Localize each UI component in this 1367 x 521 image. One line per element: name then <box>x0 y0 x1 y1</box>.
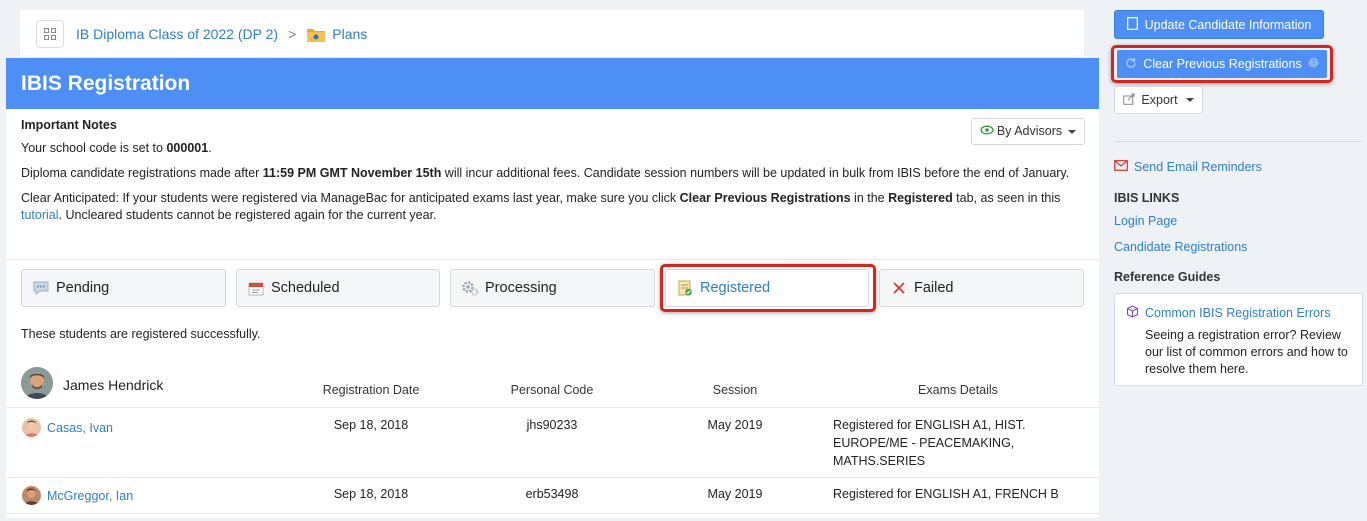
tab-scheduled-label: Scheduled <box>271 280 340 296</box>
clear-button-highlight <box>1111 45 1333 83</box>
header-session: Session <box>712 383 758 397</box>
personal-code: erb53498 <box>525 487 579 501</box>
avatar <box>22 486 41 505</box>
status-tabs: Pending Scheduled Processing Registered … <box>6 259 1099 318</box>
x-icon <box>890 279 908 297</box>
personal-code: jhs90233 <box>526 418 578 432</box>
update-candidate-information-button[interactable]: Update Candidate Information <box>1114 10 1324 39</box>
table-row: Casas, Ivan Sep 18, 2018 jhs90233 May 20… <box>6 408 1099 478</box>
breadcrumb-separator: > <box>288 25 297 42</box>
eye-icon <box>980 123 994 140</box>
guide-description: Seeing a registration error? Review our … <box>1145 328 1348 376</box>
reference-guides-heading: Reference Guides <box>1114 270 1221 284</box>
tab-pending[interactable]: Pending <box>21 269 226 307</box>
tab-processing-label: Processing <box>485 280 557 296</box>
deadline: 11:59 PM GMT November 15th <box>262 166 442 180</box>
session: May 2019 <box>707 487 763 501</box>
table-header: James Hendrick Registration Date Persona… <box>6 363 1099 408</box>
deadline-note: Diploma candidate registrations made aft… <box>21 166 1070 180</box>
tab-pending-label: Pending <box>56 280 110 296</box>
login-page-link[interactable]: Login Page <box>1114 214 1177 228</box>
sidebar-divider <box>1114 141 1363 142</box>
guide-title-label: Common IBIS Registration Errors <box>1145 306 1331 320</box>
advisor-name: James Hendrick <box>63 377 164 393</box>
header-exams-details: Exams Details <box>918 383 998 397</box>
speech-bubble-icon <box>32 279 50 297</box>
student-link[interactable]: McGreggor, Ian <box>47 487 133 505</box>
tab-failed[interactable]: Failed <box>879 269 1084 307</box>
registered-tab-highlight <box>660 264 876 312</box>
session: May 2019 <box>707 418 763 432</box>
notes-title: Important Notes <box>21 118 117 132</box>
guide-title-link[interactable]: Common IBIS Registration Errors <box>1126 305 1330 321</box>
avatar <box>21 367 53 399</box>
breadcrumb-plans-link[interactable]: Plans <box>332 26 367 42</box>
sidebar: Update Candidate Information Clear Previ… <box>1100 0 1367 521</box>
student-link[interactable]: Casas, Ivan <box>47 419 113 437</box>
student-cell: McGreggor, Ian <box>22 486 133 505</box>
school-code-note: Your school code is set to 000001. <box>21 141 212 155</box>
avatar <box>22 418 41 437</box>
export-icon <box>1123 92 1136 108</box>
registration-date: Sep 18, 2018 <box>333 418 409 432</box>
header-registration-date: Registration Date <box>322 383 420 397</box>
by-advisors-dropdown[interactable]: By Advisors <box>971 118 1085 145</box>
envelope-icon <box>1114 160 1128 174</box>
student-cell: Casas, Ivan <box>22 418 113 437</box>
exams-details: Registered for ENGLISH A1, HIST. EUROPE/… <box>833 418 1026 468</box>
tab-scheduled[interactable]: Scheduled <box>236 269 440 307</box>
section-message: These students are registered successful… <box>21 327 261 341</box>
cube-icon <box>1126 305 1139 321</box>
header-personal-code: Personal Code <box>510 383 594 397</box>
export-dropdown[interactable]: Export <box>1114 86 1203 114</box>
chevron-down-icon <box>1185 98 1194 102</box>
tab-failed-label: Failed <box>914 280 954 296</box>
gear-icon <box>461 279 479 297</box>
send-email-reminders-link[interactable]: Send Email Reminders <box>1114 160 1262 174</box>
breadcrumb: IB Diploma Class of 2022 (DP 2) > Plans <box>20 10 1084 58</box>
panel-title: IBIS Registration <box>6 58 1099 109</box>
exams-details: Registered for ENGLISH A1, FRENCH B <box>833 487 1059 501</box>
clear-anticipated-note: Clear Anticipated: If your students were… <box>21 191 1061 222</box>
table-row: McGreggor, Ian Sep 18, 2018 erb53498 May… <box>6 478 1099 514</box>
ibis-registration-panel: IBIS Registration Important Notes Your s… <box>6 58 1099 518</box>
calendar-icon <box>247 279 265 297</box>
tutorial-link[interactable]: tutorial <box>21 208 59 222</box>
school-code: 000001 <box>166 141 209 155</box>
registration-date: Sep 18, 2018 <box>333 487 409 501</box>
export-label: Export <box>1141 93 1178 107</box>
update-candidate-information-label: Update Candidate Information <box>1144 17 1312 32</box>
reference-guide-card: Common IBIS Registration Errors Seeing a… <box>1114 293 1363 386</box>
important-notes: Important Notes Your school code is set … <box>6 109 1099 224</box>
grid-icon[interactable] <box>36 19 64 48</box>
folder-icon <box>306 26 326 42</box>
ibis-links-heading: IBIS LINKS <box>1114 191 1180 205</box>
by-advisors-label: By Advisors <box>996 124 1063 138</box>
candidate-registrations-link[interactable]: Candidate Registrations <box>1114 240 1247 254</box>
chevron-down-icon <box>1068 129 1077 134</box>
document-icon <box>1126 16 1138 33</box>
send-email-reminders-label: Send Email Reminders <box>1134 160 1262 174</box>
breadcrumb-class-link[interactable]: IB Diploma Class of 2022 (DP 2) <box>76 26 278 42</box>
tab-processing[interactable]: Processing <box>450 269 655 307</box>
